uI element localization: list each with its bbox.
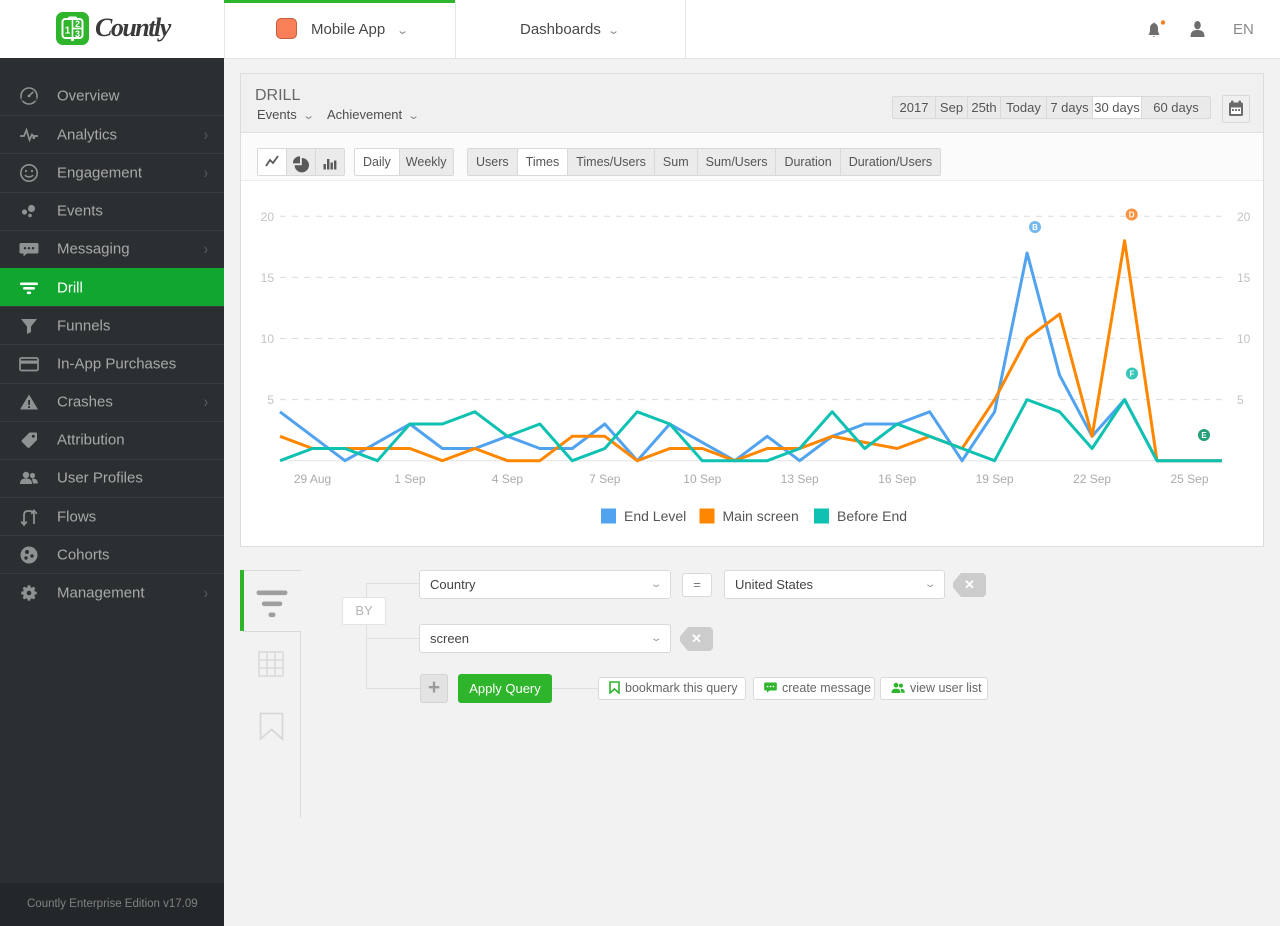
svg-text:19 Sep: 19 Sep bbox=[976, 472, 1014, 486]
svg-text:20: 20 bbox=[1237, 210, 1251, 224]
svg-text:10 Sep: 10 Sep bbox=[683, 472, 721, 486]
svg-text:10: 10 bbox=[261, 332, 275, 346]
svg-text:7 Sep: 7 Sep bbox=[589, 472, 621, 486]
svg-text:15: 15 bbox=[1237, 271, 1251, 285]
svg-text:5: 5 bbox=[1237, 393, 1244, 407]
svg-text:Before End: Before End bbox=[837, 508, 907, 524]
svg-text:25 Sep: 25 Sep bbox=[1170, 472, 1208, 486]
svg-text:22 Sep: 22 Sep bbox=[1073, 472, 1111, 486]
svg-text:1 Sep: 1 Sep bbox=[394, 472, 426, 486]
svg-text:3: 3 bbox=[75, 29, 80, 39]
svg-text:4 Sep: 4 Sep bbox=[492, 472, 524, 486]
svg-text:10: 10 bbox=[1237, 332, 1251, 346]
svg-text:20: 20 bbox=[261, 210, 275, 224]
svg-text:F: F bbox=[1130, 370, 1135, 379]
svg-text:29 Aug: 29 Aug bbox=[294, 472, 331, 486]
svg-text:1: 1 bbox=[65, 26, 71, 37]
svg-text:Main screen: Main screen bbox=[723, 508, 799, 524]
svg-text:5: 5 bbox=[267, 393, 274, 407]
svg-text:B: B bbox=[1032, 223, 1038, 232]
svg-text:E: E bbox=[1201, 431, 1207, 440]
svg-text:2: 2 bbox=[75, 19, 80, 29]
svg-text:13 Sep: 13 Sep bbox=[781, 472, 819, 486]
svg-text:D: D bbox=[1129, 211, 1135, 220]
svg-text:15: 15 bbox=[261, 271, 275, 285]
svg-text:16 Sep: 16 Sep bbox=[878, 472, 916, 486]
svg-text:End Level: End Level bbox=[624, 508, 686, 524]
